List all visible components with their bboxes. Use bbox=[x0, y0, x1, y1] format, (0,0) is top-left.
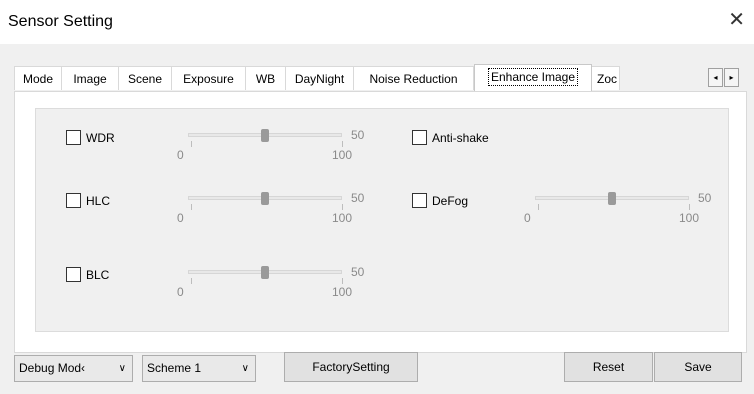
close-icon[interactable]: ✕ bbox=[728, 10, 745, 30]
title-bar: Sensor Setting ✕ bbox=[0, 0, 754, 44]
tab-mode[interactable]: Mode bbox=[14, 66, 62, 90]
wdr-slider-thumb[interactable] bbox=[261, 129, 269, 142]
tab-noise-reduction[interactable]: Noise Reduction bbox=[354, 66, 474, 90]
tab-scene[interactable]: Scene bbox=[119, 66, 172, 90]
hlc-value: 50 bbox=[351, 191, 365, 205]
reset-button[interactable]: Reset bbox=[564, 352, 653, 382]
wdr-checkbox[interactable] bbox=[66, 130, 81, 145]
defog-value: 50 bbox=[698, 191, 712, 205]
window-title: Sensor Setting bbox=[8, 13, 113, 30]
blc-checkbox[interactable] bbox=[66, 267, 81, 282]
tab-scroll-right-icon[interactable]: ▸ bbox=[724, 68, 739, 87]
wdr-min-label: 0 bbox=[177, 148, 184, 162]
tab-wb[interactable]: WB bbox=[246, 66, 286, 90]
settings-group: WDR 50 0 100 Anti-shake HLC 50 0 100 DeF… bbox=[35, 108, 729, 332]
scheme-select[interactable]: Scheme 1 ∨ bbox=[142, 355, 256, 382]
wdr-tick-min bbox=[191, 141, 192, 147]
defog-tick-max bbox=[689, 204, 690, 210]
factory-setting-button[interactable]: FactorySetting bbox=[284, 352, 418, 382]
tab-scroll-left-icon[interactable]: ◂ bbox=[708, 68, 723, 87]
save-button[interactable]: Save bbox=[654, 352, 742, 382]
hlc-max-label: 100 bbox=[332, 211, 353, 225]
debug-mode-select[interactable]: Debug Mod‹ ∨ bbox=[14, 355, 133, 382]
wdr-value: 50 bbox=[351, 128, 365, 142]
hlc-label: HLC bbox=[86, 194, 111, 208]
tab-image[interactable]: Image bbox=[62, 66, 119, 90]
tab-zoom[interactable]: Zoc bbox=[592, 66, 620, 90]
enhance-image-panel: WDR 50 0 100 Anti-shake HLC 50 0 100 DeF… bbox=[14, 91, 747, 353]
defog-checkbox[interactable] bbox=[412, 193, 427, 208]
hlc-tick-min bbox=[191, 204, 192, 210]
chevron-down-icon: ∨ bbox=[118, 363, 126, 374]
debug-mode-value: Debug Mod‹ bbox=[19, 361, 86, 375]
defog-slider-thumb[interactable] bbox=[608, 192, 616, 205]
defog-max-label: 100 bbox=[679, 211, 700, 225]
defog-tick-min bbox=[538, 204, 539, 210]
anti-shake-label: Anti-shake bbox=[432, 131, 489, 145]
defog-label: DeFog bbox=[432, 194, 469, 208]
tab-daynight[interactable]: DayNight bbox=[286, 66, 354, 90]
tab-enhance-image[interactable]: Enhance Image bbox=[474, 64, 592, 91]
chevron-down-icon: ∨ bbox=[241, 363, 249, 374]
tab-enhance-image-label: Enhance Image bbox=[487, 68, 579, 86]
wdr-max-label: 100 bbox=[332, 148, 353, 162]
wdr-label: WDR bbox=[86, 131, 115, 145]
blc-label: BLC bbox=[86, 268, 110, 282]
tab-strip: Mode Image Scene Exposure WB DayNight No… bbox=[14, 64, 754, 91]
hlc-tick-max bbox=[342, 204, 343, 210]
dialog-body: Mode Image Scene Exposure WB DayNight No… bbox=[0, 44, 754, 394]
hlc-slider-thumb[interactable] bbox=[261, 192, 269, 205]
blc-min-label: 0 bbox=[177, 285, 184, 299]
hlc-checkbox[interactable] bbox=[66, 193, 81, 208]
tab-exposure[interactable]: Exposure bbox=[172, 66, 246, 90]
blc-value: 50 bbox=[351, 265, 365, 279]
defog-min-label: 0 bbox=[524, 211, 531, 225]
blc-tick-max bbox=[342, 278, 343, 284]
blc-slider-thumb[interactable] bbox=[261, 266, 269, 279]
anti-shake-checkbox[interactable] bbox=[412, 130, 427, 145]
hlc-min-label: 0 bbox=[177, 211, 184, 225]
scheme-value: Scheme 1 bbox=[147, 361, 202, 375]
wdr-tick-max bbox=[342, 141, 343, 147]
blc-tick-min bbox=[191, 278, 192, 284]
blc-max-label: 100 bbox=[332, 285, 353, 299]
